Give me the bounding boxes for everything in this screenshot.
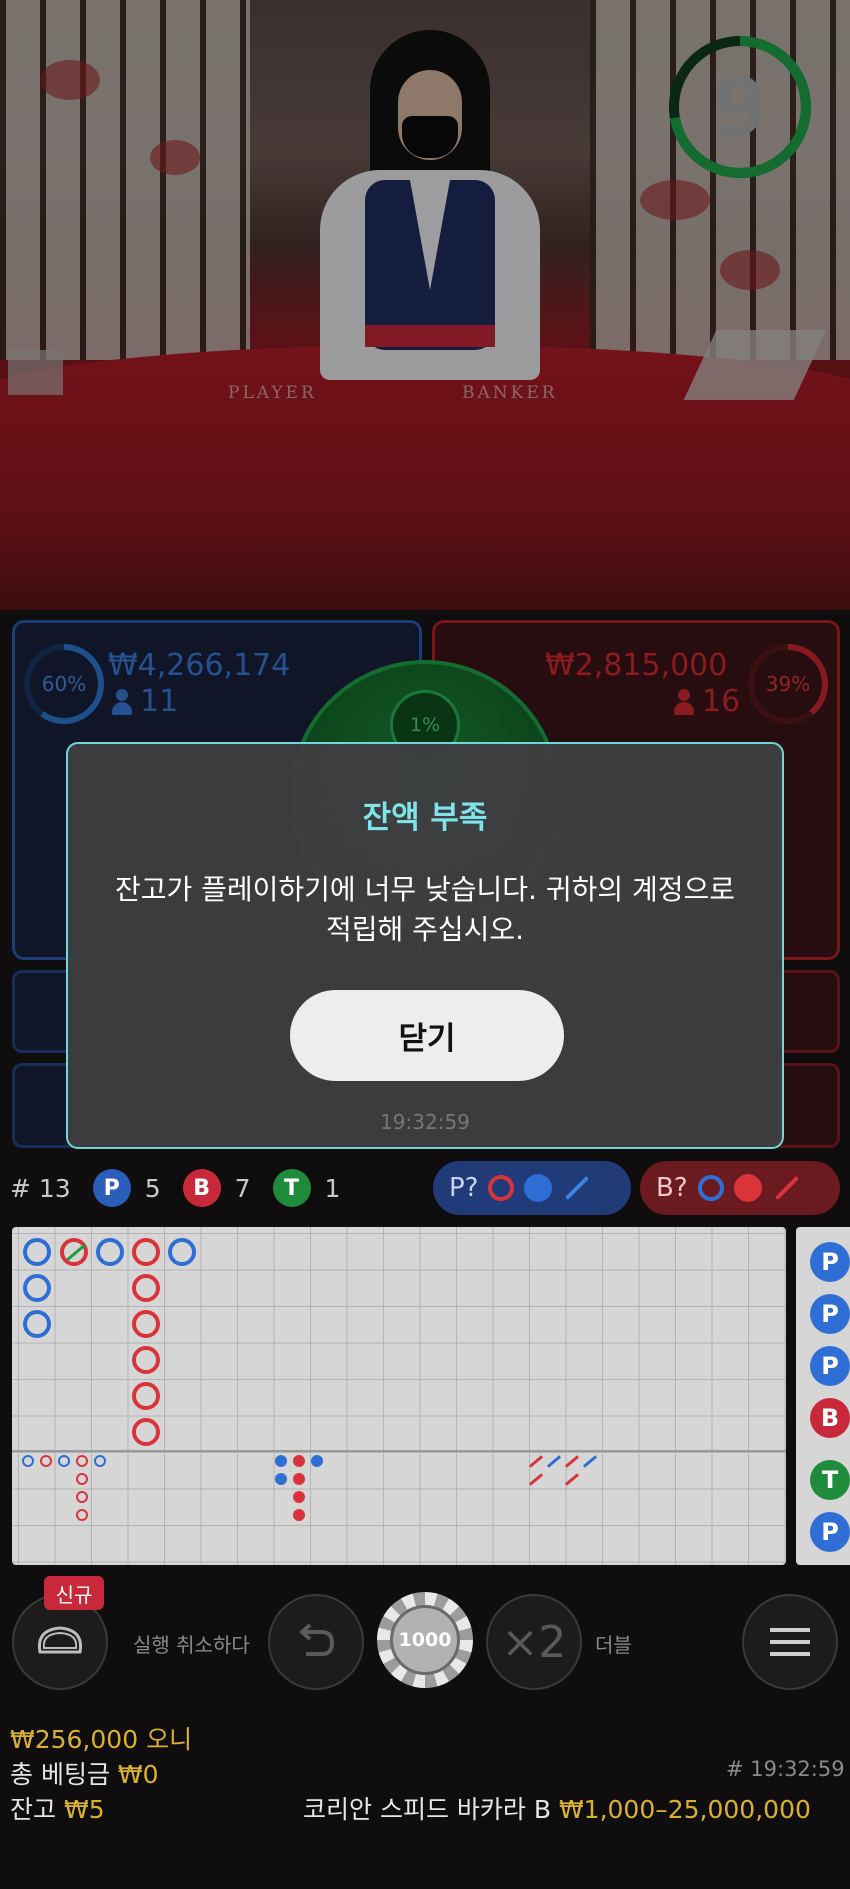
derived-dot xyxy=(293,1473,305,1485)
road-bead-banker xyxy=(132,1382,160,1410)
dialog-title: 잔액 부족 xyxy=(362,800,488,836)
table-info: 코리안 스피드 바카라 B ₩1,000–25,000,000 xyxy=(303,1790,811,1826)
derived-dot xyxy=(293,1509,305,1521)
total-bet-line: 총 베팅금 ₩0 xyxy=(10,1755,159,1791)
side-bead-5: P xyxy=(810,1512,850,1552)
balance-label: 잔고 xyxy=(10,1795,57,1824)
total-bet-label: 총 베팅금 xyxy=(10,1760,110,1789)
banker-wins: B 7 xyxy=(182,1169,251,1207)
dialog-message: 잔고가 플레이하기에 너무 낮습니다. 귀하의 계정으로 적립해 주십시오. xyxy=(114,873,736,946)
recent-bet-line: ₩256,000 오니 xyxy=(10,1720,192,1756)
derived-dot xyxy=(293,1455,305,1467)
round-number: # 13 xyxy=(10,1174,71,1203)
road-divider xyxy=(12,1450,786,1452)
hamburger-icon xyxy=(770,1628,810,1656)
ring-icon xyxy=(488,1175,515,1201)
total-bet-value: ₩0 xyxy=(117,1760,159,1789)
derived-dot xyxy=(275,1455,287,1467)
player-prediction-button[interactable]: P? xyxy=(433,1161,631,1215)
banker-dot-icon: B xyxy=(182,1169,221,1207)
menu-button[interactable] xyxy=(742,1594,838,1690)
dot-icon xyxy=(524,1174,553,1202)
chip-selector[interactable]: 1000 xyxy=(377,1592,473,1688)
road-bead-banker xyxy=(132,1346,160,1374)
scoreboard-road[interactable] xyxy=(12,1227,786,1565)
tie-wins: T 1 xyxy=(272,1169,341,1207)
new-badge: 신규 xyxy=(44,1576,104,1610)
derived-dot xyxy=(275,1473,287,1485)
round-number-value: # 13 xyxy=(10,1173,71,1203)
slash-icon xyxy=(774,1175,799,1201)
derived-bead xyxy=(22,1455,34,1467)
derived-bead xyxy=(40,1455,52,1467)
slash-icon xyxy=(565,1175,590,1201)
tie-dot-icon: T xyxy=(272,1169,311,1207)
road-bead-banker xyxy=(132,1418,160,1446)
close-button[interactable]: 닫기 xyxy=(290,990,564,1081)
bet-limits: ₩1,000–25,000,000 xyxy=(558,1795,811,1824)
derived-bead xyxy=(76,1491,88,1503)
banker-prediction-button[interactable]: B? xyxy=(640,1161,840,1215)
road-bead-player xyxy=(23,1238,51,1266)
derived-bead xyxy=(76,1509,88,1521)
undo-label: 실행 취소하다 xyxy=(133,1633,250,1657)
side-bead-2: P xyxy=(810,1346,850,1386)
undo-button[interactable] xyxy=(268,1594,364,1690)
tie-wins-count: 1 xyxy=(324,1173,341,1203)
road-bead-player xyxy=(96,1238,124,1266)
insufficient-balance-dialog: 잔액 부족 잔고가 플레이하기에 너무 낮습니다. 귀하의 계정으로 적립해 주… xyxy=(66,742,784,1149)
recent-bet-suffix: 오니 xyxy=(146,1725,193,1754)
road-bead-player xyxy=(23,1310,51,1338)
road-bead-banker xyxy=(132,1274,160,1302)
double-button[interactable]: ×2 xyxy=(486,1594,582,1690)
side-bead-0: P xyxy=(810,1242,850,1282)
derived-dot xyxy=(311,1455,323,1467)
footer-timestamp: # 19:32:59 xyxy=(726,1757,845,1781)
side-bead-1: P xyxy=(810,1294,850,1334)
balance-value: ₩5 xyxy=(63,1795,105,1824)
road-bead-banker xyxy=(132,1238,160,1266)
road-bead-player xyxy=(23,1274,51,1302)
round-stats: # 13 P 5 B 7 T 1 xyxy=(10,1160,362,1216)
derived-dot xyxy=(293,1491,305,1503)
player-wins-count: 5 xyxy=(144,1173,161,1203)
side-bead-3: B xyxy=(810,1398,850,1438)
double-label: 더블 xyxy=(595,1633,632,1657)
derived-bead xyxy=(94,1455,106,1467)
derived-bead xyxy=(58,1455,70,1467)
dialog-timestamp: 19:32:59 xyxy=(380,1110,470,1134)
side-bead-4: T xyxy=(810,1460,850,1500)
balance-line: 잔고 ₩5 xyxy=(10,1790,105,1826)
table-name: 코리안 스피드 바카라 B xyxy=(303,1795,551,1824)
table-shape-icon xyxy=(37,1626,83,1654)
derived-bead xyxy=(76,1473,88,1485)
banker-prediction-label: B? xyxy=(656,1173,688,1203)
dot-icon xyxy=(733,1174,762,1202)
ring-icon xyxy=(697,1175,724,1201)
player-prediction-label: P? xyxy=(449,1173,479,1203)
undo-icon xyxy=(298,1623,335,1656)
road-bead-banker xyxy=(132,1310,160,1338)
banker-wins-count: 7 xyxy=(234,1173,251,1203)
recent-bet-amount: ₩256,000 xyxy=(10,1725,139,1754)
player-wins: P 5 xyxy=(92,1169,161,1207)
road-bead-player xyxy=(168,1238,196,1266)
player-dot-icon: P xyxy=(92,1169,131,1207)
chip-value: 1000 xyxy=(390,1605,460,1675)
derived-bead xyxy=(76,1455,88,1467)
